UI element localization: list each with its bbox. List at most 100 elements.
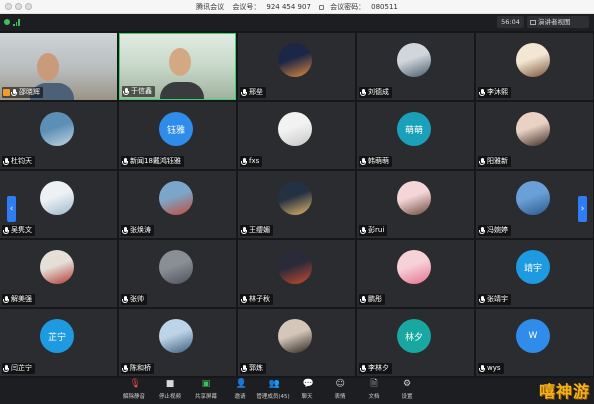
microphone-icon (3, 295, 9, 304)
settings-icon: ⚙ (402, 379, 412, 389)
person-head (169, 48, 191, 76)
participant-tile[interactable]: 于信鑫 (119, 33, 236, 100)
watermark: 嘻神游 (538, 382, 590, 401)
participant-avatar (159, 181, 193, 215)
participant-tile[interactable]: 王缨媚 (238, 171, 355, 238)
microphone-icon (122, 157, 128, 166)
participant-name: wys (487, 364, 501, 372)
participant-avatar (40, 112, 74, 146)
previous-page-button[interactable]: ‹ (7, 196, 16, 222)
participant-avatar: 林夕 (397, 319, 431, 353)
participant-name: 解美强 (11, 295, 32, 303)
microphone-icon (360, 364, 366, 373)
participant-avatar (159, 319, 193, 353)
participant-avatar (278, 112, 312, 146)
participant-name: fxs (249, 157, 260, 165)
meeting-id-label: 会议号： (232, 3, 261, 11)
participant-tile[interactable]: 鹏彤 (357, 240, 474, 307)
participant-nameplate: 解美强 (2, 294, 35, 305)
microphone-icon (479, 295, 485, 304)
participant-avatar (397, 250, 431, 284)
participant-nameplate: 阳雅新 (478, 156, 511, 167)
participant-avatar (516, 112, 550, 146)
participant-tile[interactable]: 林夕 李林夕 (357, 309, 474, 376)
participant-nameplate: fxs (240, 156, 263, 167)
participant-nameplate: 王缨媚 (240, 225, 273, 236)
participant-avatar (278, 181, 312, 215)
participant-tile[interactable]: 刘德成 (357, 33, 474, 100)
participant-tile[interactable]: 邵晓辉 (0, 33, 117, 100)
participant-name: 张靖宇 (487, 295, 508, 303)
participant-avatar: 萌萌 (397, 112, 431, 146)
layout-icon (530, 19, 536, 25)
participant-tile[interactable]: fxs (238, 102, 355, 169)
mic-muted-icon: 🎙 (129, 379, 141, 389)
microphone-icon (360, 226, 366, 235)
speaker-view-button[interactable]: 演讲者视图 (527, 16, 589, 28)
participant-avatar (516, 43, 550, 77)
speaker-view-label: 演讲者视图 (538, 18, 571, 26)
participant-avatar: W (516, 319, 550, 353)
participant-name: 彭rui (368, 226, 385, 234)
toolbar-label: 设置 (401, 394, 413, 400)
window-title: 腾讯会议 会议号： 924 454 907 会议密码： 080511 (0, 1, 594, 13)
participant-tile[interactable]: 张帅 (119, 240, 236, 307)
toolbar-button[interactable]: ⚙ 设置 (385, 380, 429, 402)
participant-tile[interactable]: 杜钧天 (0, 102, 117, 169)
chevron-right-icon: › (580, 204, 585, 214)
participant-tile[interactable]: 靖宇张靖宇 (476, 240, 593, 307)
participant-avatar (40, 250, 74, 284)
participant-tile[interactable]: 冯婉婷 (476, 171, 593, 238)
participant-tile[interactable]: 彭rui (357, 171, 474, 238)
participant-name: 吴隽文 (11, 226, 32, 234)
participant-tile[interactable]: 陈和桥 (119, 309, 236, 376)
participant-tile[interactable]: 吴隽文 (0, 171, 117, 238)
microphone-icon (241, 157, 247, 166)
participant-nameplate: 刘德成 (359, 87, 392, 98)
participant-tile[interactable]: 李沐熙 (476, 33, 593, 100)
participant-name: 李沐熙 (487, 88, 508, 96)
participant-name: 邢垒 (249, 88, 263, 96)
meeting-toolbar: 嘻神游 🎙 解除静音 ■ 停止视频 ▣ 共享屏幕 👤 邀请 👥 管理成员(45) 💬 聊天 ☺ 表情 🗎 文档… (0, 378, 594, 404)
host-icon (3, 89, 10, 96)
app-name: 腾讯会议 (196, 3, 225, 11)
participant-nameplate: 鹏彤 (359, 294, 385, 305)
microphone-icon (479, 226, 485, 235)
participant-name: 陈和桥 (130, 364, 151, 372)
participant-nameplate: 邢垒 (240, 87, 266, 98)
microphone-icon (3, 364, 9, 373)
participant-nameplate: 韩萌萌 (359, 156, 392, 167)
participant-tile[interactable]: 钰雅 新闻18戴鸿钰雅 (119, 102, 236, 169)
participant-nameplate: 张帅 (121, 294, 147, 305)
share-screen-icon: ▣ (201, 379, 211, 389)
meeting-id[interactable]: 924 454 907 (266, 3, 311, 11)
participant-avatar: 靖宇 (516, 250, 550, 284)
participant-name: 杜钧天 (11, 157, 32, 165)
participant-tile[interactable]: 郭炼 (238, 309, 355, 376)
participant-tile[interactable]: 芷宁 闫芷宁 (0, 309, 117, 376)
participant-name: 冯婉婷 (487, 226, 508, 234)
microphone-icon (3, 226, 9, 235)
participant-tile[interactable]: Wwys (476, 309, 593, 376)
next-page-button[interactable]: › (578, 196, 587, 222)
participant-nameplate: 邵晓辉 (2, 87, 43, 98)
participant-tile[interactable]: 萌萌 韩萌萌 (357, 102, 474, 169)
meeting-password: 080511 (371, 3, 398, 11)
participant-name: 刘德成 (368, 88, 389, 96)
participant-nameplate: 杜钧天 (2, 156, 35, 167)
password-label: 会议密码： (330, 3, 366, 11)
participant-tile[interactable]: 阳雅新 (476, 102, 593, 169)
microphone-icon (11, 88, 17, 97)
participant-nameplate: wys (478, 363, 504, 374)
participant-nameplate: 闫芷宁 (2, 363, 35, 374)
participant-tile[interactable]: 林子秋 (238, 240, 355, 307)
participant-nameplate: 张靖宇 (478, 294, 511, 305)
participant-tile[interactable]: 邢垒 (238, 33, 355, 100)
microphone-icon (241, 295, 247, 304)
participant-tile[interactable]: 张焕涛 (119, 171, 236, 238)
network-status-icon[interactable] (4, 19, 10, 25)
participant-name: 林子秋 (249, 295, 270, 303)
participant-tile[interactable]: 解美强 (0, 240, 117, 307)
microphone-icon (479, 364, 485, 373)
microphone-icon (123, 87, 129, 96)
